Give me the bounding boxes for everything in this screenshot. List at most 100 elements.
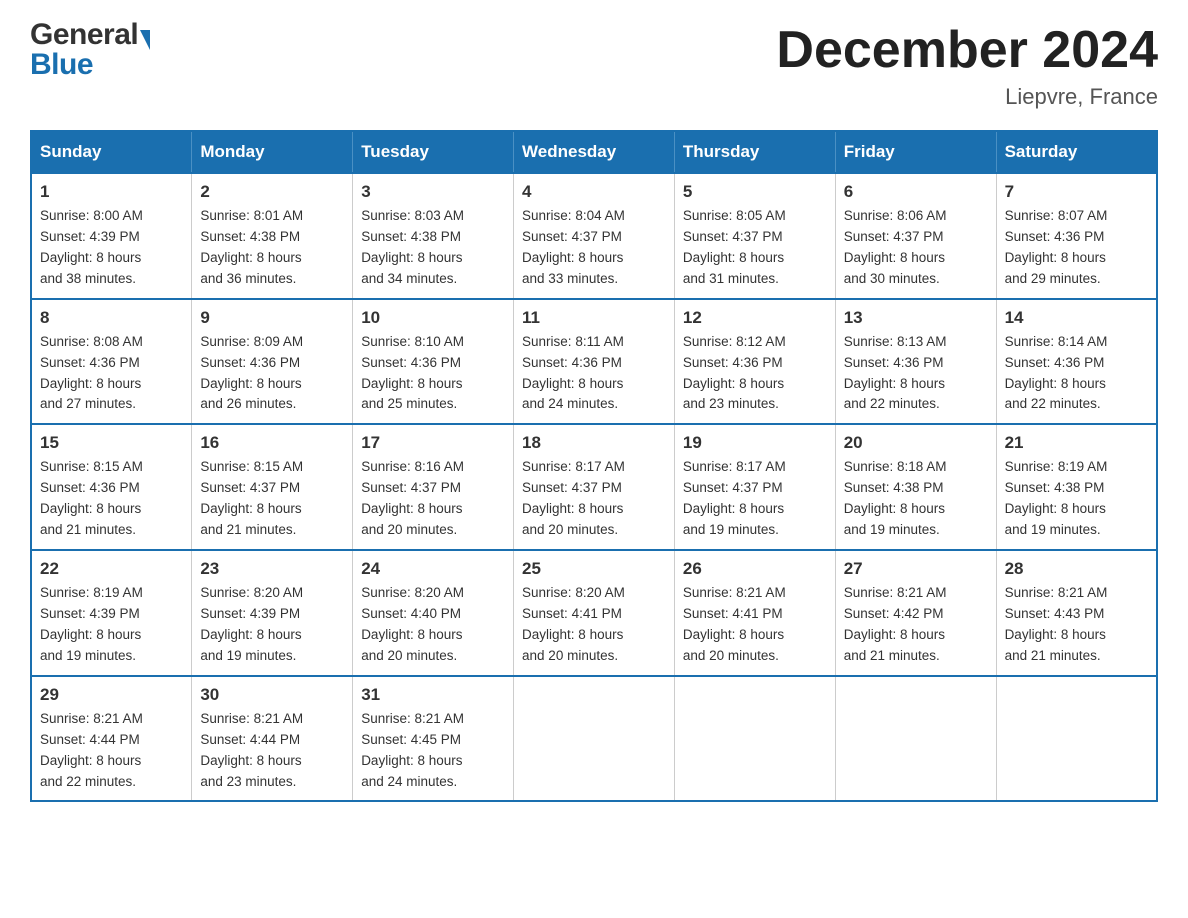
- sunrise-time: 8:15 AM: [254, 459, 304, 474]
- day-info: Sunrise: 8:14 AM Sunset: 4:36 PM Dayligh…: [1005, 332, 1148, 416]
- sunset-label: Sunset:: [200, 732, 250, 747]
- day-number: 20: [844, 433, 988, 453]
- sunset-time: 4:37 PM: [250, 480, 300, 495]
- daylight-label: Daylight: 8 hours and 20 minutes.: [361, 501, 462, 537]
- sunset-time: 4:40 PM: [411, 606, 461, 621]
- day-number: 22: [40, 559, 183, 579]
- sunrise-time: 8:07 AM: [1058, 208, 1108, 223]
- day-info: Sunrise: 8:08 AM Sunset: 4:36 PM Dayligh…: [40, 332, 183, 416]
- day-info: Sunrise: 8:21 AM Sunset: 4:44 PM Dayligh…: [200, 709, 344, 793]
- calendar-week-row: 22 Sunrise: 8:19 AM Sunset: 4:39 PM Dayl…: [31, 550, 1157, 676]
- logo-text-general: General: [30, 20, 150, 50]
- sunrise-time: 8:05 AM: [736, 208, 786, 223]
- sunrise-label: Sunrise:: [844, 334, 897, 349]
- sunrise-label: Sunrise:: [683, 459, 736, 474]
- sunrise-label: Sunrise:: [1005, 334, 1058, 349]
- day-info: Sunrise: 8:21 AM Sunset: 4:42 PM Dayligh…: [844, 583, 988, 667]
- sunrise-time: 8:13 AM: [897, 334, 947, 349]
- day-number: 26: [683, 559, 827, 579]
- daylight-label: Daylight: 8 hours and 20 minutes.: [683, 627, 784, 663]
- sunset-time: 4:44 PM: [90, 732, 140, 747]
- table-row: 2 Sunrise: 8:01 AM Sunset: 4:38 PM Dayli…: [192, 173, 353, 299]
- daylight-label: Daylight: 8 hours and 20 minutes.: [522, 501, 623, 537]
- sunset-time: 4:36 PM: [572, 355, 622, 370]
- day-info: Sunrise: 8:12 AM Sunset: 4:36 PM Dayligh…: [683, 332, 827, 416]
- sunrise-label: Sunrise:: [522, 334, 575, 349]
- day-number: 1: [40, 182, 183, 202]
- table-row: 21 Sunrise: 8:19 AM Sunset: 4:38 PM Dayl…: [996, 424, 1157, 550]
- sunset-time: 4:44 PM: [250, 732, 300, 747]
- daylight-label: Daylight: 8 hours and 24 minutes.: [522, 376, 623, 412]
- sunrise-label: Sunrise:: [40, 585, 93, 600]
- day-info: Sunrise: 8:03 AM Sunset: 4:38 PM Dayligh…: [361, 206, 505, 290]
- sunset-time: 4:36 PM: [90, 480, 140, 495]
- sunrise-label: Sunrise:: [683, 334, 736, 349]
- day-number: 25: [522, 559, 666, 579]
- daylight-label: Daylight: 8 hours and 21 minutes.: [844, 627, 945, 663]
- day-number: 11: [522, 308, 666, 328]
- calendar-week-row: 29 Sunrise: 8:21 AM Sunset: 4:44 PM Dayl…: [31, 676, 1157, 802]
- day-number: 19: [683, 433, 827, 453]
- day-info: Sunrise: 8:21 AM Sunset: 4:41 PM Dayligh…: [683, 583, 827, 667]
- sunset-label: Sunset:: [361, 480, 411, 495]
- sunset-label: Sunset:: [844, 480, 894, 495]
- table-row: 1 Sunrise: 8:00 AM Sunset: 4:39 PM Dayli…: [31, 173, 192, 299]
- sunrise-time: 8:19 AM: [1058, 459, 1108, 474]
- day-info: Sunrise: 8:13 AM Sunset: 4:36 PM Dayligh…: [844, 332, 988, 416]
- sunrise-label: Sunrise:: [200, 711, 253, 726]
- daylight-label: Daylight: 8 hours and 20 minutes.: [361, 627, 462, 663]
- logo: General Blue: [30, 20, 150, 80]
- calendar-week-row: 8 Sunrise: 8:08 AM Sunset: 4:36 PM Dayli…: [31, 299, 1157, 425]
- daylight-label: Daylight: 8 hours and 38 minutes.: [40, 250, 141, 286]
- sunrise-time: 8:03 AM: [414, 208, 464, 223]
- sunrise-label: Sunrise:: [1005, 459, 1058, 474]
- daylight-label: Daylight: 8 hours and 34 minutes.: [361, 250, 462, 286]
- sunrise-time: 8:21 AM: [414, 711, 464, 726]
- daylight-label: Daylight: 8 hours and 19 minutes.: [40, 627, 141, 663]
- sunset-time: 4:39 PM: [90, 229, 140, 244]
- table-row: [835, 676, 996, 802]
- sunrise-time: 8:04 AM: [575, 208, 625, 223]
- daylight-label: Daylight: 8 hours and 31 minutes.: [683, 250, 784, 286]
- daylight-label: Daylight: 8 hours and 23 minutes.: [200, 753, 301, 789]
- day-number: 14: [1005, 308, 1148, 328]
- sunset-label: Sunset:: [40, 606, 90, 621]
- sunset-time: 4:43 PM: [1054, 606, 1104, 621]
- day-info: Sunrise: 8:17 AM Sunset: 4:37 PM Dayligh…: [683, 457, 827, 541]
- sunrise-label: Sunrise:: [361, 459, 414, 474]
- sunrise-label: Sunrise:: [361, 334, 414, 349]
- table-row: 12 Sunrise: 8:12 AM Sunset: 4:36 PM Dayl…: [674, 299, 835, 425]
- table-row: 15 Sunrise: 8:15 AM Sunset: 4:36 PM Dayl…: [31, 424, 192, 550]
- day-info: Sunrise: 8:19 AM Sunset: 4:39 PM Dayligh…: [40, 583, 183, 667]
- table-row: 10 Sunrise: 8:10 AM Sunset: 4:36 PM Dayl…: [353, 299, 514, 425]
- day-number: 18: [522, 433, 666, 453]
- day-number: 4: [522, 182, 666, 202]
- sunset-label: Sunset:: [361, 355, 411, 370]
- daylight-label: Daylight: 8 hours and 36 minutes.: [200, 250, 301, 286]
- sunset-time: 4:36 PM: [90, 355, 140, 370]
- daylight-label: Daylight: 8 hours and 24 minutes.: [361, 753, 462, 789]
- month-title: December 2024: [776, 20, 1158, 80]
- col-tuesday: Tuesday: [353, 131, 514, 173]
- sunset-label: Sunset:: [844, 606, 894, 621]
- table-row: 9 Sunrise: 8:09 AM Sunset: 4:36 PM Dayli…: [192, 299, 353, 425]
- sunrise-time: 8:21 AM: [1058, 585, 1108, 600]
- sunset-time: 4:36 PM: [893, 355, 943, 370]
- day-number: 2: [200, 182, 344, 202]
- col-wednesday: Wednesday: [514, 131, 675, 173]
- sunrise-label: Sunrise:: [683, 585, 736, 600]
- sunrise-time: 8:15 AM: [93, 459, 143, 474]
- sunrise-time: 8:21 AM: [736, 585, 786, 600]
- sunset-label: Sunset:: [844, 355, 894, 370]
- day-number: 31: [361, 685, 505, 705]
- sunset-time: 4:41 PM: [732, 606, 782, 621]
- day-number: 12: [683, 308, 827, 328]
- sunset-label: Sunset:: [683, 355, 733, 370]
- sunset-time: 4:38 PM: [893, 480, 943, 495]
- sunrise-label: Sunrise:: [844, 208, 897, 223]
- day-number: 17: [361, 433, 505, 453]
- title-block: December 2024 Liepvre, France: [776, 20, 1158, 110]
- sunrise-label: Sunrise:: [844, 585, 897, 600]
- sunset-time: 4:36 PM: [1054, 355, 1104, 370]
- sunset-label: Sunset:: [683, 229, 733, 244]
